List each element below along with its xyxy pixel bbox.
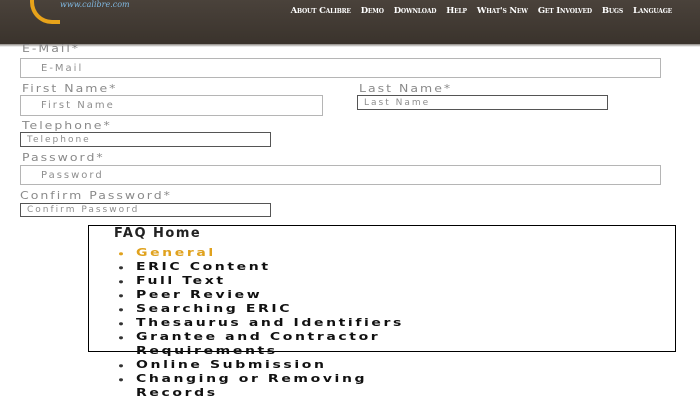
faq-item-online-submission[interactable]: Online Submission [114,360,404,370]
nav-about-calibre[interactable]: About Calibre [291,6,351,16]
header-divider [0,44,700,47]
faq-item-general[interactable]: General [114,248,404,258]
faq-item-eric-content[interactable]: ERIC Content [114,262,404,272]
nav-demo[interactable]: Demo [361,6,384,16]
faq-item-changing-removing[interactable]: Changing or Removing [114,374,404,385]
password-label: Password* [22,151,105,164]
nav-language[interactable]: Language [633,6,672,16]
email-label: E-Mail* [22,42,81,55]
calibre-logo-icon[interactable] [30,0,60,24]
faq-item-peer-review[interactable]: Peer Review [114,290,404,300]
nav-bugs[interactable]: Bugs [602,6,623,16]
nav-help[interactable]: Help [446,6,467,16]
last-name-label: Last Name* [359,82,453,95]
first-name-label: First Name* [22,82,118,95]
telephone-field[interactable] [20,132,271,147]
telephone-label: Telephone* [22,119,112,132]
main-nav: About Calibre Demo Download Help What's … [291,6,673,16]
password-field[interactable] [20,165,661,185]
confirm-password-label: Confirm Password* [20,189,172,202]
email-field[interactable] [20,58,661,78]
faq-item-thesaurus[interactable]: Thesaurus and Identifiers [114,318,404,328]
nav-get-involved[interactable]: Get Involved [538,6,592,16]
faq-item-searching-eric[interactable]: Searching ERIC [114,304,404,314]
nav-download[interactable]: Download [394,6,437,16]
first-name-field[interactable] [20,95,323,116]
faq-item-grantee-continued[interactable]: Requirements [114,346,404,357]
faq-list: General ERIC Content Full Text Peer Revi… [114,246,404,400]
nav-whats-new[interactable]: What's New [477,6,528,16]
faq-item-grantee[interactable]: Grantee and Contractor [114,332,404,342]
site-header: www.calibre.com About Calibre Demo Downl… [0,0,700,44]
faq-item-full-text[interactable]: Full Text [114,276,404,286]
faq-item-changing-removing-continued[interactable]: Records [114,388,404,399]
logo-tagline[interactable]: www.calibre.com [60,0,130,9]
faq-title[interactable]: FAQ Home [114,226,201,241]
confirm-password-field[interactable] [20,203,271,217]
last-name-field[interactable] [357,95,608,110]
